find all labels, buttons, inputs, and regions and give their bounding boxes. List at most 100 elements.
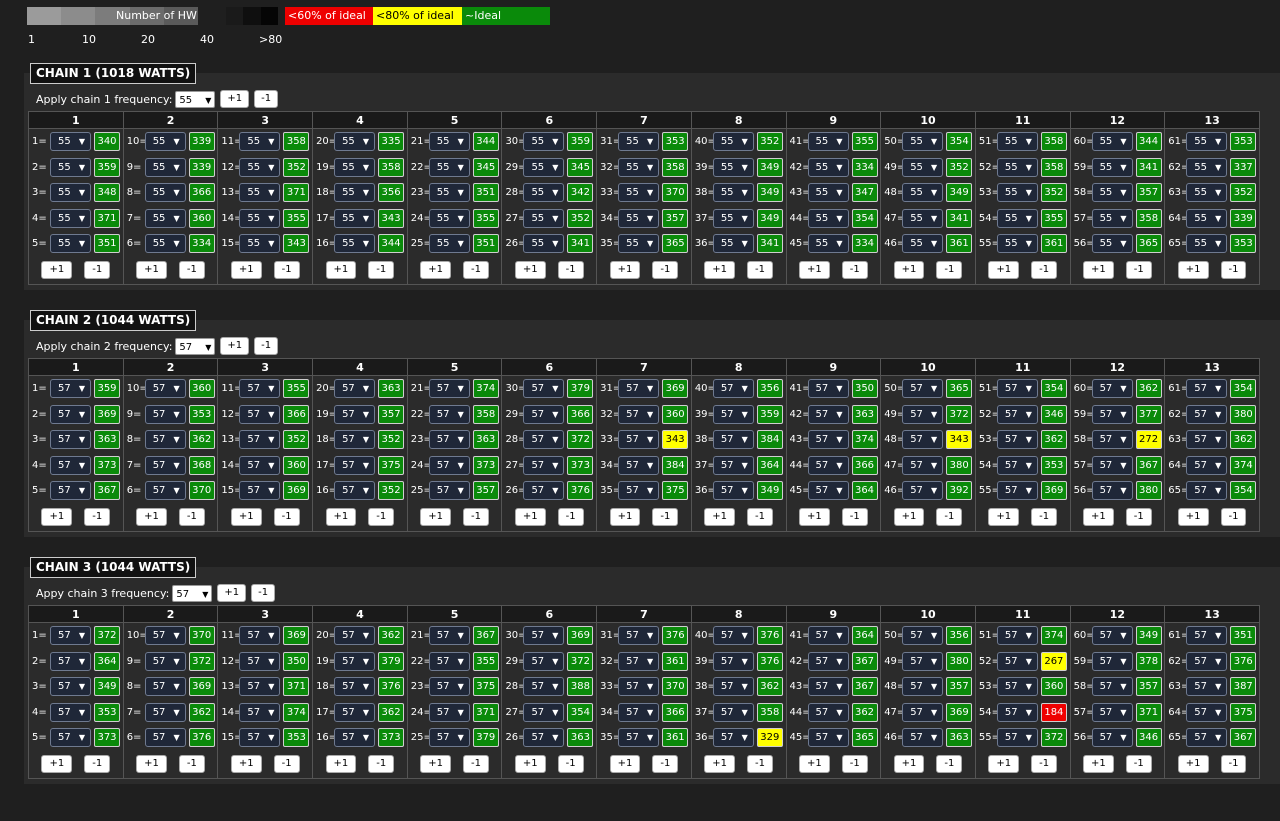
- column-minus-button[interactable]: -1: [1220, 755, 1247, 773]
- asic-frequency-select[interactable]: 55 ▼: [1186, 132, 1228, 152]
- asic-frequency-select[interactable]: 57 ▼: [239, 626, 281, 646]
- asic-frequency-select[interactable]: 57 ▼: [996, 430, 1038, 450]
- asic-frequency-select[interactable]: 55 ▼: [239, 132, 281, 152]
- asic-frequency-select[interactable]: 57 ▼: [902, 651, 944, 671]
- asic-frequency-select[interactable]: 57 ▼: [807, 728, 849, 748]
- asic-frequency-select[interactable]: 57 ▼: [334, 379, 376, 399]
- column-minus-button[interactable]: -1: [841, 508, 868, 526]
- asic-frequency-select[interactable]: 55 ▼: [50, 183, 91, 203]
- asic-frequency-select[interactable]: 55 ▼: [618, 234, 660, 254]
- column-plus-button[interactable]: +1: [1083, 508, 1114, 526]
- asic-frequency-select[interactable]: 57 ▼: [1091, 455, 1133, 475]
- asic-frequency-select[interactable]: 57 ▼: [996, 677, 1038, 697]
- asic-frequency-select[interactable]: 57 ▼: [50, 626, 91, 646]
- asic-frequency-select[interactable]: 57 ▼: [523, 728, 565, 748]
- asic-frequency-select[interactable]: 57 ▼: [239, 379, 281, 399]
- asic-frequency-select[interactable]: 57 ▼: [239, 430, 281, 450]
- column-minus-button[interactable]: -1: [841, 261, 868, 279]
- asic-frequency-select[interactable]: 57 ▼: [144, 379, 186, 399]
- column-minus-button[interactable]: -1: [462, 508, 489, 526]
- column-plus-button[interactable]: +1: [136, 508, 167, 526]
- asic-frequency-select[interactable]: 57 ▼: [50, 404, 91, 424]
- asic-frequency-select[interactable]: 57 ▼: [428, 455, 470, 475]
- asic-frequency-select[interactable]: 57 ▼: [902, 702, 944, 722]
- asic-frequency-select[interactable]: 57 ▼: [807, 651, 849, 671]
- asic-frequency-select[interactable]: 57 ▼: [523, 677, 565, 697]
- asic-frequency-select[interactable]: 55 ▼: [50, 132, 91, 152]
- chain-minus-button[interactable]: -1: [251, 584, 276, 602]
- asic-frequency-select[interactable]: 55 ▼: [807, 208, 849, 228]
- asic-frequency-select[interactable]: 55 ▼: [618, 157, 660, 177]
- column-plus-button[interactable]: +1: [514, 508, 546, 526]
- asic-frequency-select[interactable]: 57 ▼: [902, 728, 944, 748]
- column-minus-button[interactable]: -1: [936, 261, 963, 279]
- asic-frequency-select[interactable]: 55 ▼: [902, 157, 944, 177]
- column-minus-button[interactable]: -1: [84, 261, 111, 279]
- asic-frequency-select[interactable]: 57 ▼: [1091, 677, 1133, 697]
- asic-frequency-select[interactable]: 55 ▼: [144, 132, 186, 152]
- asic-frequency-select[interactable]: 55 ▼: [1186, 183, 1228, 203]
- asic-frequency-select[interactable]: 57 ▼: [239, 677, 281, 697]
- asic-frequency-select[interactable]: 57 ▼: [712, 430, 754, 450]
- column-plus-button[interactable]: +1: [893, 755, 925, 773]
- asic-frequency-select[interactable]: 55 ▼: [807, 234, 849, 254]
- chain-frequency-select[interactable]: 57 ▼: [172, 584, 213, 602]
- column-minus-button[interactable]: -1: [462, 261, 489, 279]
- asic-frequency-select[interactable]: 57 ▼: [144, 702, 186, 722]
- asic-frequency-select[interactable]: 57 ▼: [807, 404, 849, 424]
- column-plus-button[interactable]: +1: [41, 508, 73, 526]
- asic-frequency-select[interactable]: 57 ▼: [1091, 626, 1133, 646]
- asic-frequency-select[interactable]: 55 ▼: [1091, 132, 1133, 152]
- column-minus-button[interactable]: -1: [747, 261, 774, 279]
- asic-frequency-select[interactable]: 57 ▼: [712, 651, 754, 671]
- column-minus-button[interactable]: -1: [747, 755, 774, 773]
- asic-frequency-select[interactable]: 55 ▼: [1186, 208, 1228, 228]
- column-plus-button[interactable]: +1: [420, 261, 451, 279]
- asic-frequency-select[interactable]: 57 ▼: [428, 626, 470, 646]
- column-minus-button[interactable]: -1: [84, 755, 111, 773]
- asic-frequency-select[interactable]: 57 ▼: [428, 728, 470, 748]
- asic-frequency-select[interactable]: 55 ▼: [428, 208, 470, 228]
- asic-frequency-select[interactable]: 57 ▼: [712, 455, 754, 475]
- asic-frequency-select[interactable]: 57 ▼: [1186, 481, 1228, 501]
- asic-frequency-select[interactable]: 57 ▼: [334, 677, 376, 697]
- asic-frequency-select[interactable]: 57 ▼: [1091, 430, 1133, 450]
- asic-frequency-select[interactable]: 55 ▼: [618, 183, 660, 203]
- asic-frequency-select[interactable]: 57 ▼: [144, 404, 186, 424]
- asic-frequency-select[interactable]: 57 ▼: [807, 430, 849, 450]
- asic-frequency-select[interactable]: 57 ▼: [428, 677, 470, 697]
- asic-frequency-select[interactable]: 57 ▼: [807, 677, 849, 697]
- column-plus-button[interactable]: +1: [325, 261, 357, 279]
- asic-frequency-select[interactable]: 55 ▼: [239, 208, 281, 228]
- asic-frequency-select[interactable]: 57 ▼: [712, 702, 754, 722]
- asic-frequency-select[interactable]: 55 ▼: [996, 157, 1038, 177]
- asic-frequency-select[interactable]: 57 ▼: [996, 455, 1038, 475]
- asic-frequency-select[interactable]: 55 ▼: [239, 183, 281, 203]
- asic-frequency-select[interactable]: 55 ▼: [334, 132, 376, 152]
- asic-frequency-select[interactable]: 57 ▼: [1091, 404, 1133, 424]
- asic-frequency-select[interactable]: 57 ▼: [523, 651, 565, 671]
- chain-minus-button[interactable]: -1: [254, 337, 279, 355]
- column-minus-button[interactable]: -1: [652, 508, 679, 526]
- column-plus-button[interactable]: +1: [41, 261, 73, 279]
- asic-frequency-select[interactable]: 55 ▼: [428, 183, 470, 203]
- asic-frequency-select[interactable]: 57 ▼: [334, 404, 376, 424]
- asic-frequency-select[interactable]: 55 ▼: [712, 157, 754, 177]
- asic-frequency-select[interactable]: 57 ▼: [1186, 430, 1228, 450]
- asic-frequency-select[interactable]: 57 ▼: [50, 455, 91, 475]
- asic-frequency-select[interactable]: 57 ▼: [50, 728, 91, 748]
- asic-frequency-select[interactable]: 55 ▼: [428, 234, 470, 254]
- asic-frequency-select[interactable]: 55 ▼: [712, 183, 754, 203]
- column-minus-button[interactable]: -1: [368, 261, 395, 279]
- asic-frequency-select[interactable]: 55 ▼: [523, 132, 565, 152]
- asic-frequency-select[interactable]: 55 ▼: [50, 157, 91, 177]
- asic-frequency-select[interactable]: 57 ▼: [996, 651, 1038, 671]
- asic-frequency-select[interactable]: 55 ▼: [523, 183, 565, 203]
- asic-frequency-select[interactable]: 57 ▼: [1186, 651, 1228, 671]
- column-minus-button[interactable]: -1: [841, 755, 868, 773]
- column-plus-button[interactable]: +1: [704, 508, 736, 526]
- asic-frequency-select[interactable]: 57 ▼: [428, 651, 470, 671]
- column-minus-button[interactable]: -1: [273, 755, 300, 773]
- column-plus-button[interactable]: +1: [609, 755, 641, 773]
- column-plus-button[interactable]: +1: [514, 755, 546, 773]
